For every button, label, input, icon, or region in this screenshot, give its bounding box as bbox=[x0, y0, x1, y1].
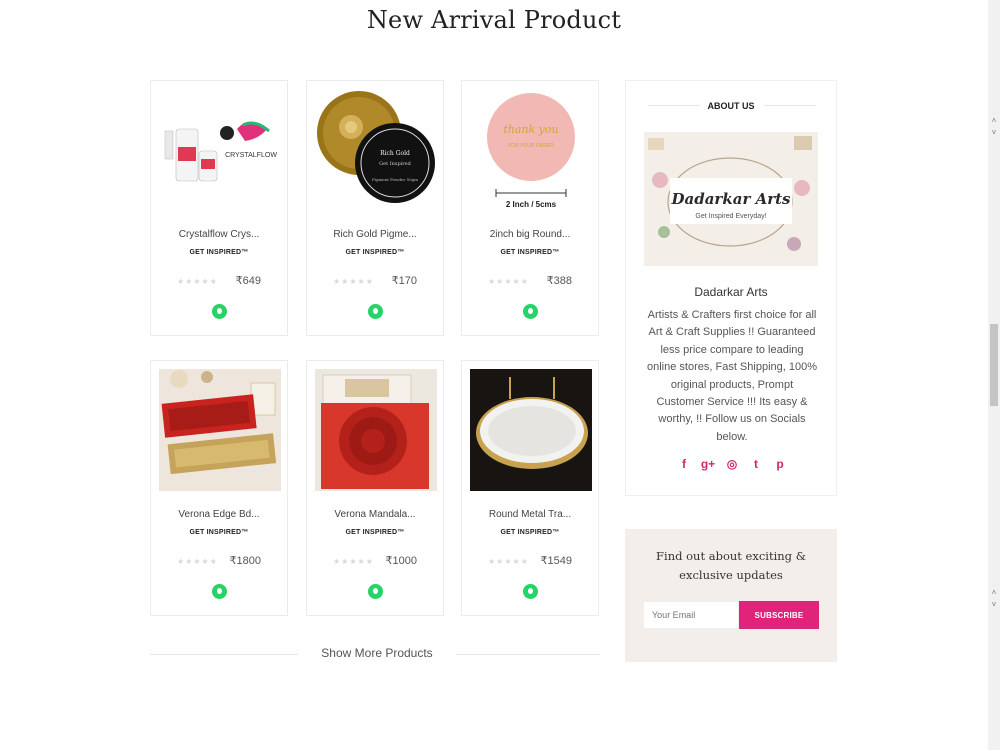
product-brand: GET INSPIRED™ bbox=[189, 249, 249, 256]
product-card[interactable]: Round Metal Tra... GET INSPIRED™ ★★★★★ ₹… bbox=[461, 360, 599, 616]
about-widget: ABOUT US Dadarkar Arts Get Inspired Ever… bbox=[625, 80, 837, 496]
product-name[interactable]: Verona Edge Bd... bbox=[151, 509, 287, 520]
whatsapp-icon[interactable] bbox=[368, 304, 383, 319]
product-price: ₹1549 bbox=[540, 555, 572, 567]
social-links: f g+ ◎ t p bbox=[676, 457, 788, 471]
whatsapp-icon[interactable] bbox=[212, 584, 227, 599]
banner-subtitle: Get Inspired Everyday! bbox=[695, 213, 766, 220]
product-image[interactable] bbox=[470, 369, 592, 491]
twitter-icon[interactable]: t bbox=[748, 457, 764, 471]
about-description: Artists & Crafters first choice for all … bbox=[647, 309, 817, 443]
product-image-text: Pigment Powder 50gm bbox=[372, 177, 418, 182]
product-image[interactable]: thank you FOR YOUR ORDER 2 Inch / 5cms bbox=[470, 89, 592, 211]
about-banner-image: Dadarkar Arts Get Inspired Everyday! bbox=[644, 132, 818, 266]
product-name[interactable]: Rich Gold Pigme... bbox=[307, 229, 443, 240]
facebook-icon[interactable]: f bbox=[676, 457, 692, 471]
product-brand: GET INSPIRED™ bbox=[345, 249, 405, 256]
product-brand: GET INSPIRED™ bbox=[345, 529, 405, 536]
scroll-up-icon[interactable]: ˄ bbox=[988, 588, 1000, 597]
whatsapp-icon[interactable] bbox=[523, 304, 538, 319]
scroll-down-icon[interactable]: ˅ bbox=[988, 128, 1000, 137]
product-image-text: FOR YOUR ORDER bbox=[508, 143, 554, 149]
banner-title: Dadarkar Arts bbox=[671, 190, 792, 208]
page-title: New Arrival Product bbox=[366, 6, 622, 34]
product-brand: GET INSPIRED™ bbox=[500, 249, 560, 256]
rating-stars: ★★★★★ bbox=[333, 557, 374, 566]
rating-stars: ★★★★★ bbox=[177, 557, 218, 566]
product-price: ₹1800 bbox=[229, 555, 261, 567]
scrollbar[interactable]: ˄ ˅ ˄ ˅ bbox=[988, 0, 1000, 750]
product-image-text: thank you bbox=[503, 123, 558, 136]
google-plus-icon[interactable]: g+ bbox=[700, 457, 716, 471]
newsletter-title: Find out about exciting & exclusive upda… bbox=[656, 549, 806, 582]
product-price: ₹170 bbox=[391, 275, 417, 287]
pinterest-icon[interactable]: p bbox=[772, 457, 788, 471]
product-card[interactable]: Verona Mandala... GET INSPIRED™ ★★★★★ ₹1… bbox=[306, 360, 444, 616]
product-image-text: Get Inspired bbox=[379, 161, 411, 167]
product-brand: GET INSPIRED™ bbox=[500, 529, 560, 536]
email-input[interactable] bbox=[643, 601, 739, 629]
product-image-text: Rich Gold bbox=[380, 150, 410, 157]
product-image[interactable]: CRYSTALFLOW bbox=[159, 89, 281, 211]
product-price: ₹388 bbox=[546, 275, 572, 287]
newsletter-widget: Find out about exciting & exclusive upda… bbox=[625, 529, 837, 662]
product-card[interactable]: Rich Gold Get Inspired Pigment Powder 50… bbox=[306, 80, 444, 336]
product-image[interactable] bbox=[159, 369, 281, 491]
about-brand-name: Dadarkar Arts bbox=[694, 285, 768, 299]
rating-stars: ★★★★★ bbox=[177, 277, 218, 286]
product-image-text: CRYSTALFLOW bbox=[225, 152, 277, 159]
product-card[interactable]: Verona Edge Bd... GET INSPIRED™ ★★★★★ ₹1… bbox=[150, 360, 288, 616]
product-card[interactable]: CRYSTALFLOW Crystalflow Crys... GET INSP… bbox=[150, 80, 288, 336]
product-image[interactable]: Rich Gold Get Inspired Pigment Powder 50… bbox=[315, 89, 437, 211]
about-heading: ABOUT US bbox=[707, 101, 755, 111]
product-price: ₹1000 bbox=[385, 555, 417, 567]
rating-stars: ★★★★★ bbox=[488, 557, 529, 566]
subscribe-button[interactable]: SUBSCRIBE bbox=[739, 601, 819, 629]
product-card[interactable]: thank you FOR YOUR ORDER 2 Inch / 5cms 2… bbox=[461, 80, 599, 336]
instagram-icon[interactable]: ◎ bbox=[724, 457, 740, 471]
scroll-up-icon[interactable]: ˄ bbox=[988, 116, 1000, 125]
rating-stars: ★★★★★ bbox=[333, 277, 374, 286]
product-name[interactable]: Round Metal Tra... bbox=[462, 509, 598, 520]
product-price: ₹649 bbox=[235, 275, 261, 287]
scroll-down-icon[interactable]: ˅ bbox=[988, 600, 1000, 609]
product-image-text: 2 Inch / 5cms bbox=[506, 200, 557, 209]
scrollbar-thumb[interactable] bbox=[990, 324, 998, 406]
product-brand: GET INSPIRED™ bbox=[189, 529, 249, 536]
whatsapp-icon[interactable] bbox=[368, 584, 383, 599]
show-more-link[interactable]: Show More Products bbox=[300, 646, 454, 660]
divider bbox=[456, 654, 600, 655]
whatsapp-icon[interactable] bbox=[523, 584, 538, 599]
product-image[interactable] bbox=[315, 369, 437, 491]
product-name[interactable]: Crystalflow Crys... bbox=[151, 229, 287, 240]
product-name[interactable]: 2inch big Round... bbox=[462, 229, 598, 240]
product-name[interactable]: Verona Mandala... bbox=[307, 509, 443, 520]
rating-stars: ★★★★★ bbox=[488, 277, 529, 286]
whatsapp-icon[interactable] bbox=[212, 304, 227, 319]
divider bbox=[150, 654, 298, 655]
